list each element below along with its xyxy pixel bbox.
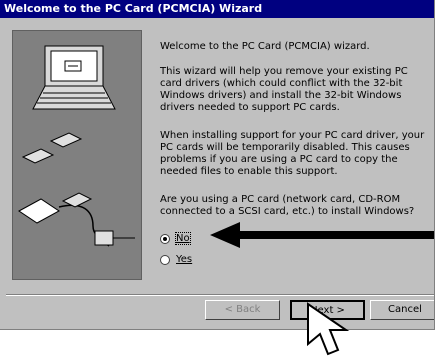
radio-option-no[interactable]: No [160, 232, 191, 245]
warning-text: When installing support for your PC card… [160, 130, 425, 177]
wizard-window: Welcome to the PC Card (PCMCIA) Wizard W… [0, 0, 435, 330]
title-bar: Welcome to the PC Card (PCMCIA) Wizard [0, 0, 434, 18]
description-text: This wizard will help you remove your ex… [160, 66, 408, 113]
question-text: Are you using a PC card (network card, C… [160, 194, 415, 217]
radio-label-yes: Yes [176, 254, 193, 265]
back-button[interactable]: < Back [205, 300, 280, 320]
laptop-icon [32, 45, 116, 110]
mouse-pointer-icon [304, 300, 384, 360]
radio-selected-dot [163, 236, 167, 241]
separator [6, 294, 434, 296]
wizard-illustration [12, 30, 142, 280]
radio-button[interactable] [160, 254, 170, 265]
radio-button[interactable] [160, 233, 170, 244]
arrow-left-icon [210, 220, 434, 250]
pc-card-icon [21, 132, 83, 164]
cable-icon [18, 192, 135, 247]
intro-text: Welcome to the PC Card (PCMCIA) wizard. [160, 41, 370, 52]
radio-label-no: No [175, 232, 191, 245]
radio-option-yes[interactable]: Yes [160, 254, 192, 265]
